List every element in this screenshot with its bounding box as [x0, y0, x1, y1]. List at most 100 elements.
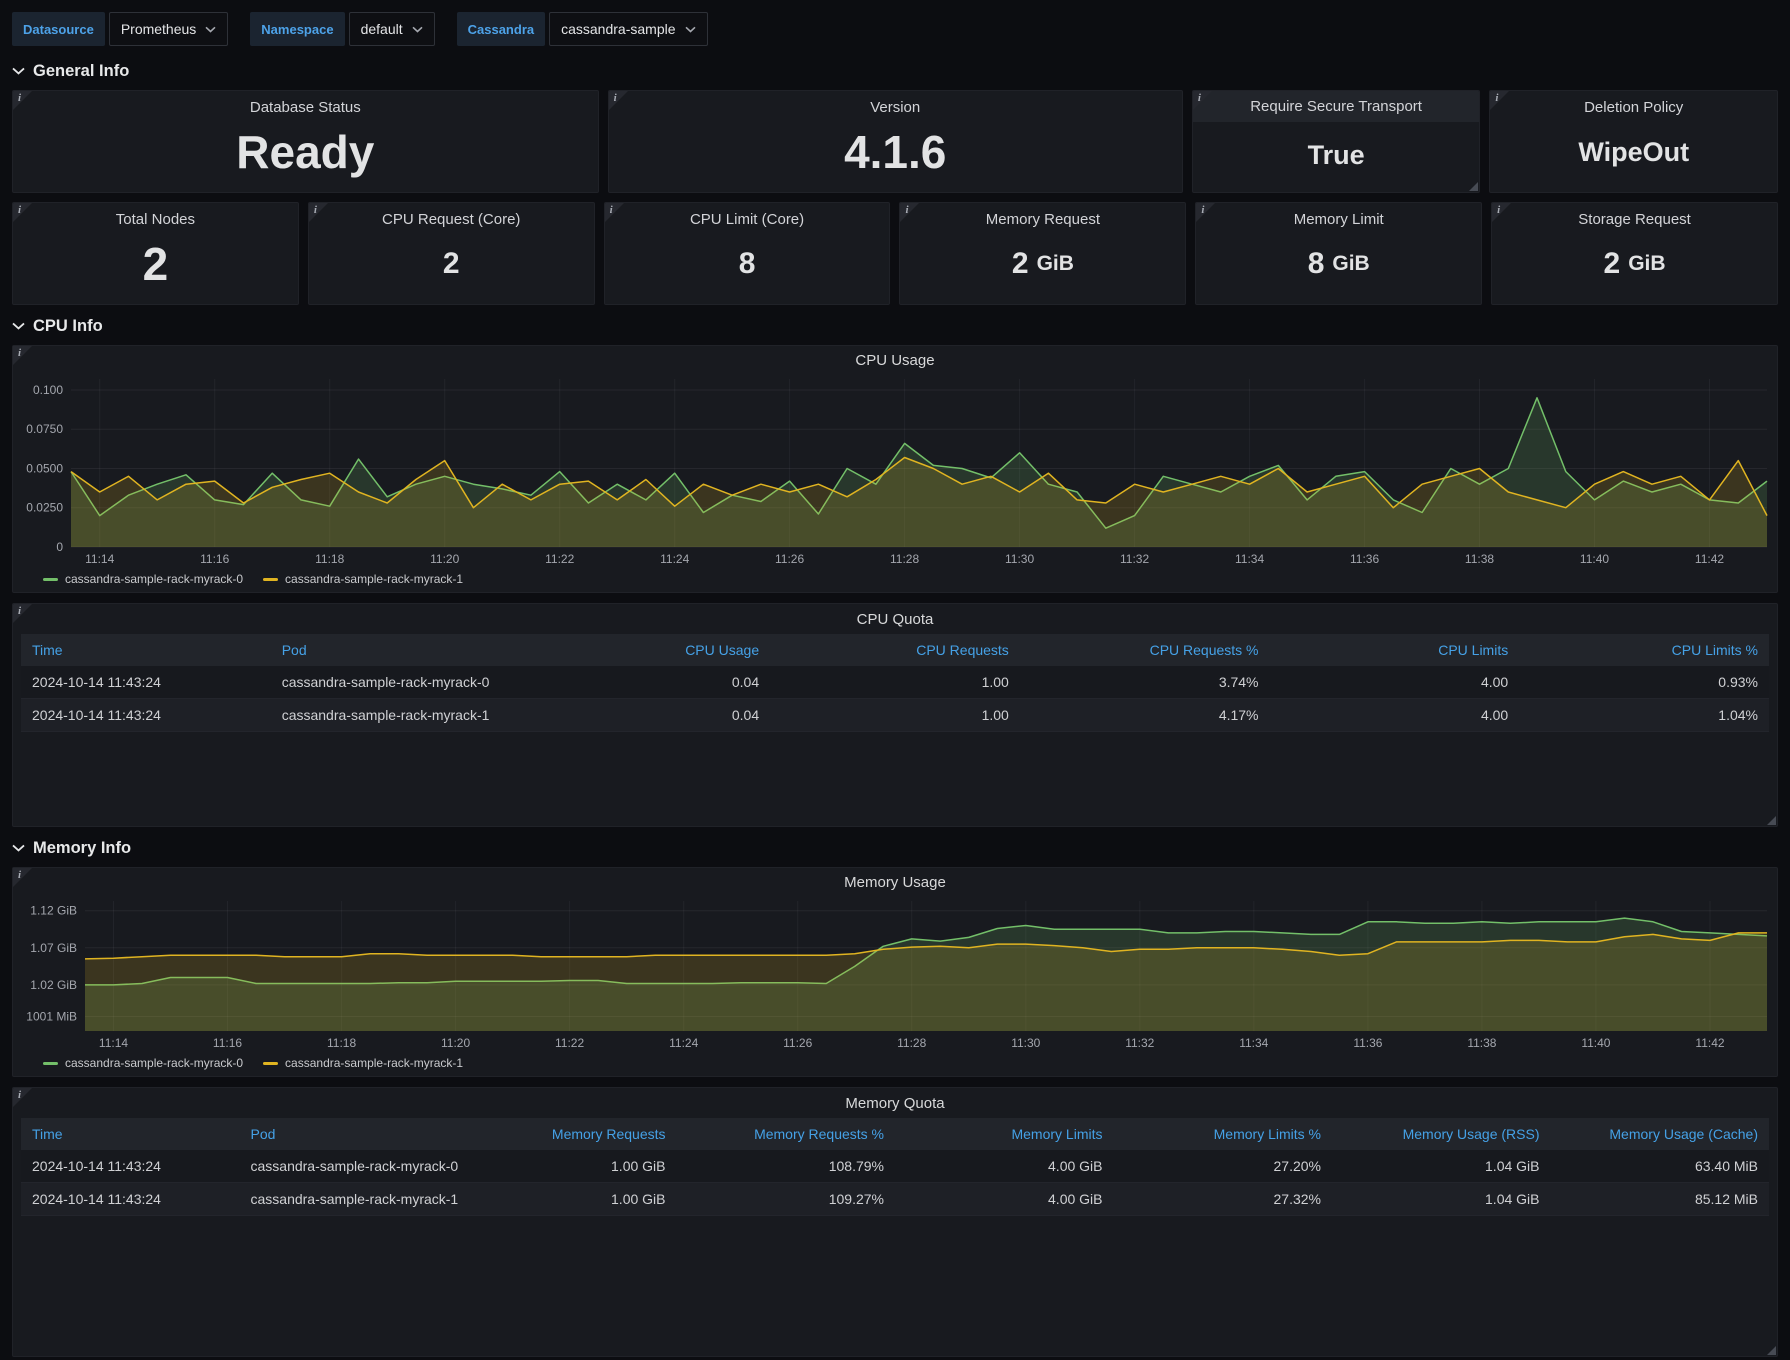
- info-icon[interactable]: i: [314, 204, 317, 216]
- section-memory-info[interactable]: Memory Info: [12, 837, 1778, 859]
- column-header-memory-requests[interactable]: Memory Requests %: [677, 1118, 896, 1150]
- cpu-usage-chart[interactable]: 00.02500.05000.07500.10011:1411:1611:181…: [13, 371, 1777, 569]
- table-cell: 2024-10-14 11:43:24: [21, 666, 271, 699]
- column-header-cpu-requests[interactable]: CPU Requests: [770, 634, 1020, 666]
- stat-value: Ready: [236, 116, 374, 192]
- svg-text:1.07 GiB: 1.07 GiB: [30, 941, 77, 955]
- info-icon[interactable]: i: [1201, 204, 1204, 216]
- svg-text:11:30: 11:30: [1011, 1036, 1040, 1050]
- panel-info-corner: i: [13, 346, 35, 368]
- cpu-quota-table-host: TimePodCPU UsageCPU RequestsCPU Requests…: [13, 634, 1777, 732]
- cpu-usage-legend: cassandra-sample-rack-myrack-0 cassandra-…: [13, 569, 1777, 592]
- legend-item-cassandra-sample-rack-myrack-0[interactable]: cassandra-sample-rack-myrack-0: [43, 572, 243, 586]
- info-icon[interactable]: i: [1495, 92, 1498, 104]
- memory-quota-panel: i Memory Quota TimePodMemory RequestsMem…: [12, 1087, 1778, 1357]
- column-header-memory-usage-cache[interactable]: Memory Usage (Cache): [1551, 1118, 1770, 1150]
- legend-item-cassandra-sample-rack-myrack-0[interactable]: cassandra-sample-rack-myrack-0: [43, 1056, 243, 1070]
- table-cell: 1.00 GiB: [458, 1150, 677, 1183]
- info-icon[interactable]: i: [1497, 204, 1500, 216]
- svg-text:11:16: 11:16: [200, 552, 229, 566]
- info-icon[interactable]: i: [18, 869, 21, 881]
- table-cell: 27.32%: [1114, 1183, 1333, 1216]
- info-icon[interactable]: i: [614, 92, 617, 104]
- stat-value-number: 8: [739, 247, 756, 281]
- column-header-cpu-limits[interactable]: CPU Limits: [1270, 634, 1520, 666]
- table-row: 2024-10-14 11:43:24cassandra-sample-rack…: [21, 1150, 1769, 1183]
- table-cell: 2024-10-14 11:43:24: [21, 699, 271, 732]
- info-icon[interactable]: i: [1198, 92, 1201, 104]
- memory-usage-chart[interactable]: 1001 MiB1.02 GiB1.07 GiB1.12 GiB11:1411:…: [13, 893, 1777, 1053]
- panel-info-corner: i: [13, 203, 35, 225]
- info-icon[interactable]: i: [18, 605, 21, 617]
- column-header-cpu-requests[interactable]: CPU Requests %: [1020, 634, 1270, 666]
- legend-label: cassandra-sample-rack-myrack-1: [285, 572, 463, 586]
- panel-resize-handle[interactable]: [1767, 816, 1776, 825]
- svg-text:11:20: 11:20: [441, 1036, 470, 1050]
- legend-item-cassandra-sample-rack-myrack-1[interactable]: cassandra-sample-rack-myrack-1: [263, 1056, 463, 1070]
- table-cell: 109.27%: [677, 1183, 896, 1216]
- table-cell: cassandra-sample-rack-myrack-1: [240, 1183, 459, 1216]
- svg-text:11:20: 11:20: [430, 552, 459, 566]
- namespace-select[interactable]: default: [349, 12, 435, 46]
- column-header-memory-requests[interactable]: Memory Requests: [458, 1118, 677, 1150]
- svg-text:0.0750: 0.0750: [26, 422, 63, 436]
- panel-resize-handle[interactable]: [1469, 182, 1478, 191]
- table-cell: 4.17%: [1020, 699, 1270, 732]
- column-header-pod[interactable]: Pod: [240, 1118, 459, 1150]
- table-cell: 27.20%: [1114, 1150, 1333, 1183]
- table-cell: 85.12 MiB: [1551, 1183, 1770, 1216]
- cassandra-select[interactable]: cassandra-sample: [549, 12, 707, 46]
- corner-triangle: [609, 91, 628, 110]
- panel-info-corner: i: [13, 1088, 35, 1110]
- info-icon[interactable]: i: [18, 347, 21, 359]
- column-header-time[interactable]: Time: [21, 1118, 240, 1150]
- cpu-usage-panel: i CPU Usage 00.02500.05000.07500.10011:1…: [12, 345, 1778, 593]
- column-header-cpu-limits[interactable]: CPU Limits %: [1519, 634, 1769, 666]
- table-cell: 3.74%: [1020, 666, 1270, 699]
- stats-row-2: iTotal Nodes2iCPU Request (Core)2iCPU Li…: [12, 202, 1778, 305]
- panel-info-corner: i: [1490, 91, 1512, 113]
- stat-title: Require Secure Transport: [1193, 91, 1480, 122]
- section-title: General Info: [33, 62, 129, 81]
- stat-value-number: WipeOut: [1578, 137, 1689, 168]
- svg-text:11:28: 11:28: [890, 552, 919, 566]
- column-header-memory-limits[interactable]: Memory Limits: [895, 1118, 1114, 1150]
- panel-info-corner: i: [609, 91, 631, 113]
- stat-value: 4.1.6: [844, 116, 946, 192]
- column-header-time[interactable]: Time: [21, 634, 271, 666]
- svg-text:11:18: 11:18: [327, 1036, 356, 1050]
- legend-label: cassandra-sample-rack-myrack-1: [285, 1056, 463, 1070]
- stat-value: 8GiB: [1308, 228, 1370, 304]
- panel-resize-handle[interactable]: [1767, 1346, 1776, 1355]
- table-cell: 4.00 GiB: [895, 1183, 1114, 1216]
- column-header-cpu-usage[interactable]: CPU Usage: [520, 634, 770, 666]
- table-cell: 108.79%: [677, 1150, 896, 1183]
- table-cell: 0.93%: [1519, 666, 1769, 699]
- stat-panel-cpu-request-core: i CPU Request (Core)2: [308, 202, 595, 305]
- namespace-label: Namespace: [250, 12, 344, 46]
- section-general-info[interactable]: General Info: [12, 60, 1778, 82]
- legend-swatch: [263, 578, 278, 581]
- legend-item-cassandra-sample-rack-myrack-1[interactable]: cassandra-sample-rack-myrack-1: [263, 572, 463, 586]
- info-icon[interactable]: i: [610, 204, 613, 216]
- info-icon[interactable]: i: [18, 92, 21, 104]
- svg-text:11:42: 11:42: [1695, 552, 1724, 566]
- info-icon[interactable]: i: [18, 1089, 21, 1101]
- column-header-memory-limits[interactable]: Memory Limits %: [1114, 1118, 1333, 1150]
- stat-title: CPU Request (Core): [382, 211, 520, 228]
- chevron-down-icon: [12, 67, 25, 75]
- info-icon[interactable]: i: [905, 204, 908, 216]
- info-icon[interactable]: i: [18, 204, 21, 216]
- panel-info-corner: i: [13, 91, 35, 113]
- stat-value: 2GiB: [1604, 228, 1666, 304]
- section-cpu-info[interactable]: CPU Info: [12, 315, 1778, 337]
- corner-triangle: [13, 91, 32, 110]
- variable-namespace: Namespace default: [250, 12, 434, 46]
- svg-text:11:42: 11:42: [1695, 1036, 1724, 1050]
- stat-value: 2: [443, 228, 460, 304]
- panel-info-corner: i: [1196, 203, 1218, 225]
- column-header-memory-usage-rss[interactable]: Memory Usage (RSS): [1332, 1118, 1551, 1150]
- column-header-pod[interactable]: Pod: [271, 634, 521, 666]
- panel-info-corner: i: [900, 203, 922, 225]
- datasource-select[interactable]: Prometheus: [109, 12, 228, 46]
